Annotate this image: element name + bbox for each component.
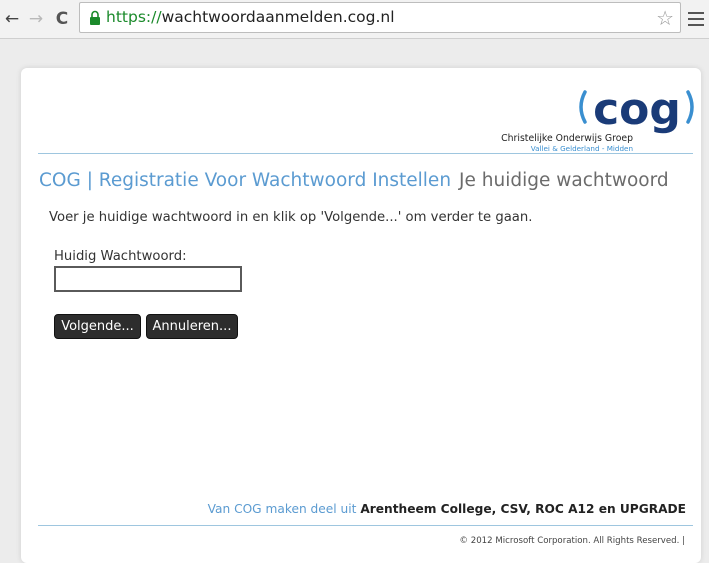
bookmark-star-icon[interactable]: ☆ [656,6,674,30]
app-title: COG | Registratie Voor Wachtwoord Instel… [39,170,452,191]
back-arrow-icon[interactable]: ← [2,9,22,29]
logo-region: Vallei & Gelderland - Midden [531,144,633,153]
forward-arrow-icon[interactable]: → [26,9,46,29]
reload-icon[interactable]: C [52,9,72,29]
instruction-text: Voer je huidige wachtwoord in en klik op… [49,210,533,225]
page-heading: COG | Registratie Voor Wachtwoord Instel… [39,170,669,191]
cancel-button[interactable]: Annuleren... [146,314,238,339]
url-scheme: https:// [106,8,162,26]
menu-hamburger-icon[interactable] [688,12,704,26]
next-button[interactable]: Volgende... [54,314,141,339]
address-url[interactable]: https://wachtwoordaanmelden.cog.nl [106,8,395,26]
logo-org-name: Christelijke Onderwijs Groep [501,133,633,144]
main-card: cog Christelijke Onderwijs Groep Vallei … [21,68,701,563]
cog-logo: cog Christelijke Onderwijs Groep Vallei … [501,84,694,153]
footer-members: Van COG maken deel uit Arentheem College… [21,502,686,516]
footer-divider [38,525,693,526]
current-password-input[interactable] [54,266,242,292]
footer-orgs: Arentheem College, CSV, ROC A12 en UPGRA… [360,502,686,516]
url-host: wachtwoordaanmelden.cog.nl [161,8,395,26]
browser-toolbar: ← → C https://wachtwoordaanmelden.cog.nl… [0,0,709,39]
logo-wordmark: cog [593,84,681,135]
copyright-text: © 2012 Microsoft Corporation. All Rights… [459,536,685,546]
address-bar[interactable]: https://wachtwoordaanmelden.cog.nl ☆ [79,2,681,33]
page-title: Je huidige wachtwoord [459,170,669,191]
page-content: cog Christelijke Onderwijs Groep Vallei … [0,39,709,563]
current-password-label: Huidig Wachtwoord: [54,249,187,264]
header-divider [38,153,693,154]
lock-icon [90,10,100,25]
footer-prefix: Van COG maken deel uit [207,502,357,516]
